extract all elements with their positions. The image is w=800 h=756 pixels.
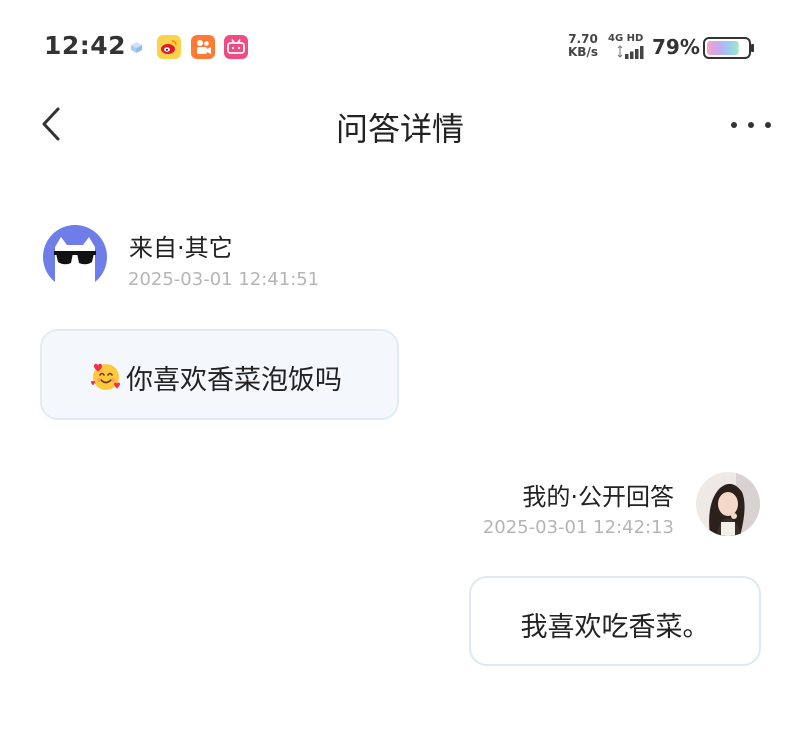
network-type: 4G HD: [608, 33, 644, 44]
cool-cat-avatar-icon: [43, 225, 107, 289]
question-text: 你喜欢香菜泡饭吗: [126, 365, 342, 396]
answer-timestamp: 2025-03-01 12:42:13: [482, 517, 674, 538]
network-speed-unit: KB/s: [568, 45, 598, 59]
bilibili-icon: [224, 35, 248, 59]
cube-notification-icon: [131, 42, 142, 53]
user-avatar[interactable]: [696, 472, 760, 536]
weibo-icon: [157, 35, 181, 59]
question-bubble: 你喜欢香菜泡饭吗: [40, 329, 399, 420]
battery-percent: 79%: [652, 35, 700, 59]
more-options-button[interactable]: [726, 110, 776, 140]
answer-sender: 我的·公开回答: [522, 483, 674, 511]
question-timestamp: 2025-03-01 12:41:51: [128, 269, 320, 290]
network-speed: 7.70 KB/s: [566, 33, 600, 59]
status-bar: 12:42 7.70 KB/s 4G HD 79%: [0, 0, 800, 90]
status-time: 12:42: [44, 31, 127, 60]
cellular-signal-icon: [617, 45, 644, 59]
smiling-face-with-hearts-icon: [91, 363, 120, 390]
user-photo-avatar: [696, 472, 760, 536]
asker-name: 来自·其它: [129, 234, 233, 262]
asker-avatar[interactable]: [43, 225, 107, 289]
battery-icon: [703, 37, 754, 59]
more-dots-icon: [731, 122, 771, 128]
kuaishou-icon: [191, 35, 215, 59]
answer-text: 我喜欢吃香菜。: [520, 612, 710, 643]
page-title: 问答详情: [335, 110, 464, 148]
qa-detail-screen: 12:42 7.70 KB/s 4G HD 79% 问答详情 来自·其它 202…: [0, 0, 800, 756]
answer-bubble: 我喜欢吃香菜。: [469, 576, 761, 666]
